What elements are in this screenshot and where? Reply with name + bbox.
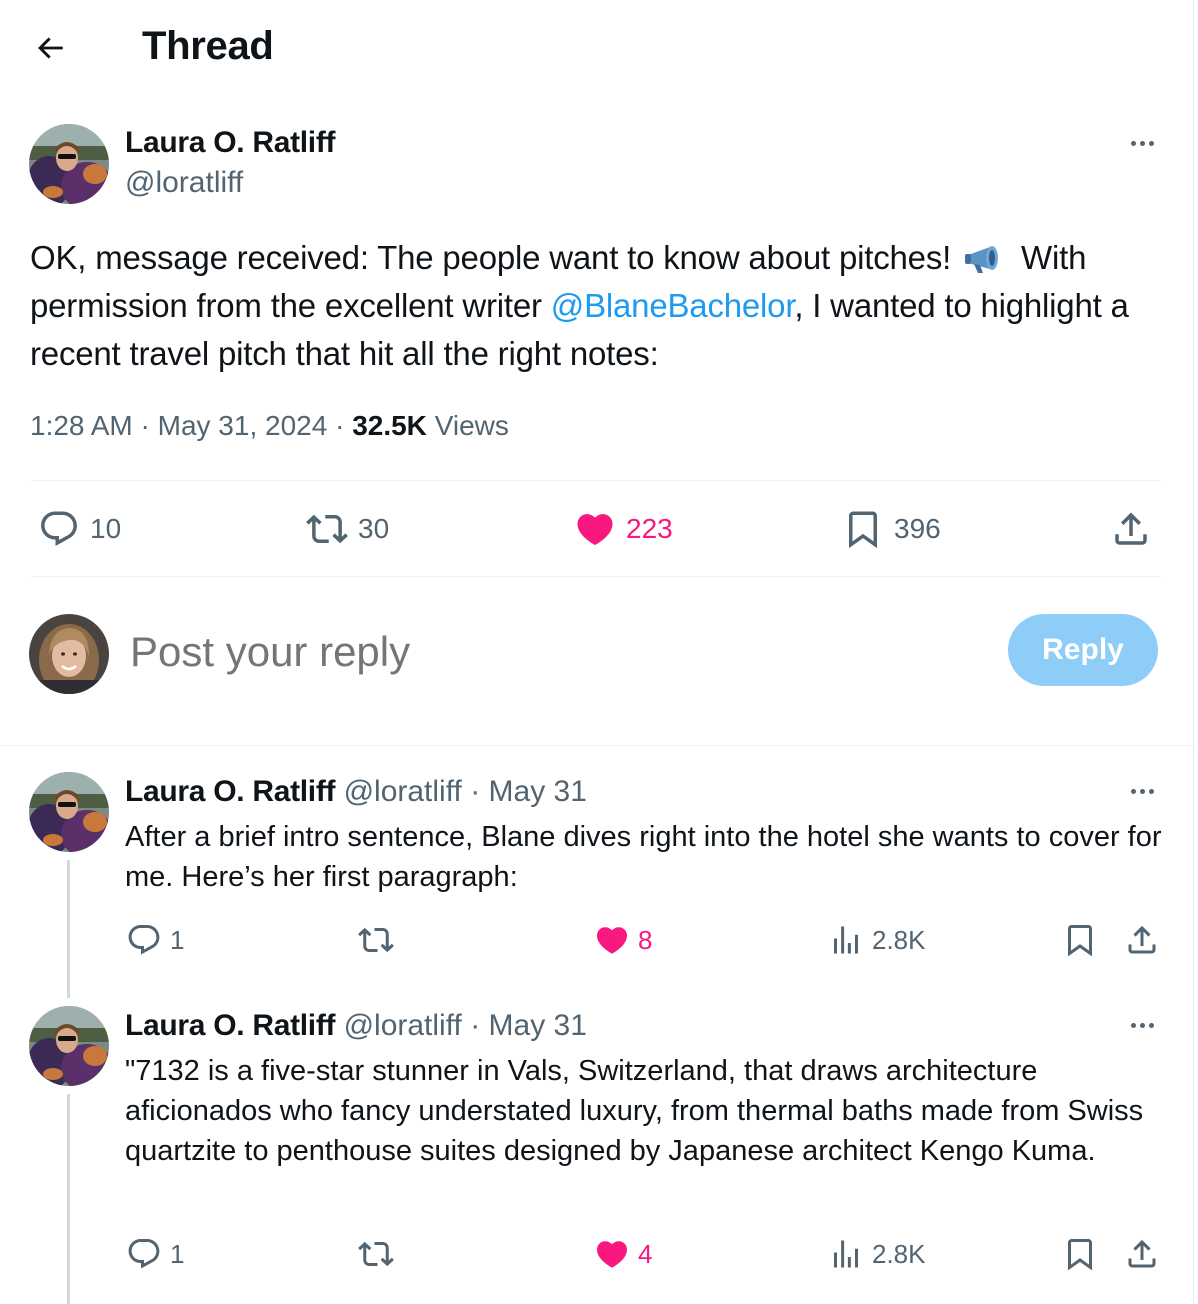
- reply-count: 1: [170, 924, 185, 955]
- reply-action[interactable]: 1: [126, 922, 184, 958]
- meta-separator: ·: [140, 410, 150, 441]
- author-avatar[interactable]: [29, 124, 109, 204]
- repost-icon: [358, 922, 394, 958]
- bookmark-action[interactable]: 396: [842, 508, 941, 550]
- reply-action[interactable]: 1: [126, 1236, 184, 1272]
- like-action[interactable]: 4: [594, 1236, 652, 1272]
- like-count: 223: [626, 513, 673, 544]
- views-action[interactable]: 2.8K: [828, 922, 926, 958]
- reply-avatar[interactable]: [29, 772, 109, 852]
- repost-icon: [358, 1236, 394, 1272]
- tweet-text-intro: OK, message received: The people want to…: [30, 239, 952, 276]
- reply-icon: [126, 1236, 162, 1272]
- views-count: 2.8K: [872, 924, 926, 955]
- repost-icon: [306, 508, 348, 550]
- bookmark-icon: [1062, 922, 1098, 958]
- reply-button[interactable]: Reply: [1008, 614, 1158, 686]
- thread-connector: [67, 860, 70, 998]
- more-button[interactable]: [1120, 128, 1164, 158]
- reply-separator: ·: [470, 1009, 481, 1042]
- repost-count: 30: [358, 513, 390, 544]
- like-action[interactable]: 8: [594, 922, 652, 958]
- reply-separator: ·: [470, 775, 481, 808]
- reply-text: "7132 is a five-star stunner in Vals, Sw…: [125, 1055, 1144, 1167]
- repost-action[interactable]: [358, 1236, 394, 1272]
- reply-header: Laura O. Ratliff @loratliff · May 31: [125, 775, 587, 809]
- mention-link[interactable]: @BlaneBachelor: [551, 287, 795, 324]
- bookmark-icon: [842, 508, 884, 550]
- more-button[interactable]: [1120, 776, 1164, 806]
- like-action[interactable]: 223: [574, 508, 673, 550]
- share-icon: [1110, 508, 1152, 550]
- thread-connector: [67, 1094, 70, 1304]
- back-arrow-icon: [38, 37, 63, 59]
- more-icon: [1130, 140, 1154, 146]
- views-icon: [828, 922, 864, 958]
- share-button[interactable]: [1110, 508, 1152, 550]
- author-handle[interactable]: @loratliff: [125, 166, 243, 200]
- repost-action[interactable]: [358, 922, 394, 958]
- more-button[interactable]: [1120, 1010, 1164, 1040]
- views-icon: [828, 1236, 864, 1272]
- reply-count: 1: [170, 1238, 185, 1269]
- tweet-meta: 1:28 AM · May 31, 2024 · 32.5K Views: [30, 410, 509, 442]
- reply-text: After a brief intro sentence, Blane dive…: [125, 821, 1162, 893]
- bookmark-icon: [1062, 1236, 1098, 1272]
- section-divider: [0, 745, 1193, 746]
- bookmark-count: 396: [894, 513, 941, 544]
- reply-author-handle[interactable]: @loratliff: [344, 775, 462, 808]
- divider: [30, 576, 1162, 577]
- reply-author-name[interactable]: Laura O. Ratliff: [125, 1009, 336, 1042]
- like-count: 4: [638, 1238, 653, 1269]
- current-user-avatar[interactable]: [29, 614, 109, 694]
- page-header: Thread: [0, 0, 1193, 96]
- reply-avatar[interactable]: [29, 1006, 109, 1086]
- views-action[interactable]: 2.8K: [828, 1236, 926, 1272]
- reply-author-name[interactable]: Laura O. Ratliff: [125, 775, 336, 808]
- bookmark-button[interactable]: [1062, 922, 1098, 958]
- more-icon: [1130, 788, 1154, 794]
- column-border: [1193, 0, 1194, 1304]
- views-count: 2.8K: [872, 1238, 926, 1269]
- reply-author-handle[interactable]: @loratliff: [344, 1009, 462, 1042]
- author-name[interactable]: Laura O. Ratliff: [125, 126, 336, 160]
- bookmark-button[interactable]: [1062, 1236, 1098, 1272]
- page-title: Thread: [142, 24, 274, 68]
- reply-date[interactable]: May 31: [489, 775, 587, 808]
- heart-icon: [594, 922, 630, 958]
- like-count: 8: [638, 924, 653, 955]
- share-icon: [1124, 1236, 1160, 1272]
- reply-icon: [126, 922, 162, 958]
- reply-date[interactable]: May 31: [489, 1009, 587, 1042]
- views-label: Views: [434, 410, 509, 441]
- repost-action[interactable]: 30: [306, 508, 389, 550]
- tweet-date[interactable]: May 31, 2024: [158, 410, 328, 441]
- reply-action[interactable]: 10: [38, 508, 121, 550]
- divider: [30, 480, 1162, 481]
- back-button[interactable]: [28, 26, 72, 70]
- share-button[interactable]: [1124, 1236, 1160, 1272]
- heart-icon: [594, 1236, 630, 1272]
- reply-icon: [38, 508, 80, 550]
- reply-input[interactable]: [130, 624, 950, 680]
- tweet-text: OK, message received: The people want to…: [30, 234, 1170, 378]
- views-count: 32.5K: [352, 410, 427, 441]
- more-icon: [1130, 1022, 1154, 1028]
- meta-separator: ·: [335, 410, 345, 441]
- share-button[interactable]: [1124, 922, 1160, 958]
- heart-icon: [574, 508, 616, 550]
- reply-count: 10: [90, 513, 122, 544]
- tweet-time[interactable]: 1:28 AM: [30, 410, 133, 441]
- reply-header: Laura O. Ratliff @loratliff · May 31: [125, 1009, 587, 1043]
- megaphone-icon: [965, 246, 999, 273]
- share-icon: [1124, 922, 1160, 958]
